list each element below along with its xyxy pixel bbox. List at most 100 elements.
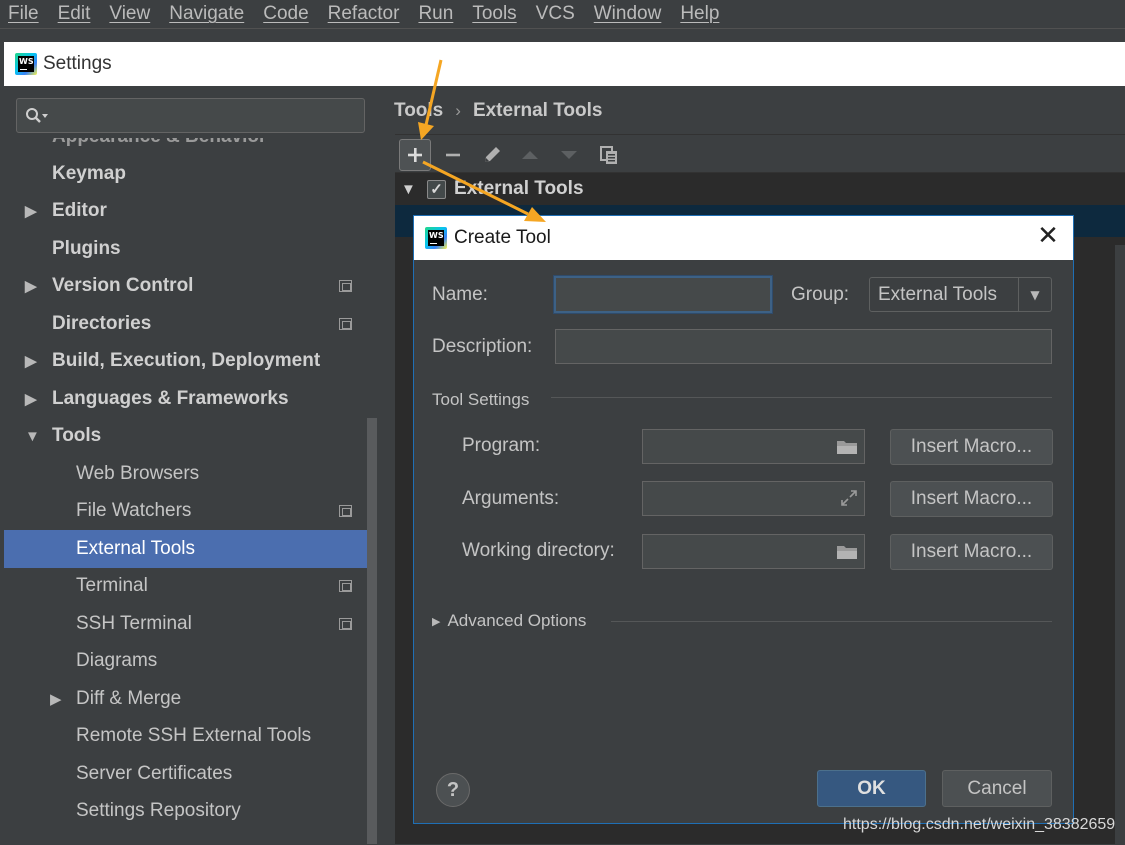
folder-icon[interactable]	[836, 543, 858, 561]
close-icon[interactable]: ✕	[1037, 223, 1059, 249]
tree-item-build[interactable]: ▶ Build, Execution, Deployment	[4, 343, 367, 381]
expand-arrow-icon[interactable]: ▶	[25, 277, 37, 295]
tree-item-keymap[interactable]: Keymap	[4, 155, 367, 193]
menu-window[interactable]: Window	[594, 3, 662, 25]
tree-item-terminal[interactable]: Terminal	[4, 568, 367, 606]
copy-tool-button[interactable]	[593, 139, 625, 171]
expand-arrow-icon[interactable]: ▶	[25, 352, 37, 370]
tool-settings-heading: Tool Settings	[432, 390, 530, 409]
tree-item-plugins[interactable]: Plugins	[4, 230, 367, 268]
tree-item-version-control[interactable]: ▶ Version Control	[4, 268, 367, 306]
content-scrollbar[interactable]	[1115, 245, 1125, 845]
editor-toolbar-strip	[0, 28, 1125, 42]
expand-arrow-icon[interactable]: ▶	[50, 690, 62, 708]
settings-search-input[interactable]	[16, 98, 365, 133]
group-combobox[interactable]: External Tools ▼	[869, 277, 1052, 312]
expand-icon[interactable]	[840, 489, 858, 507]
tree-item-label: Plugins	[52, 237, 121, 259]
section-divider	[611, 621, 1052, 622]
tree-item-editor[interactable]: ▶ Editor	[4, 193, 367, 231]
group-enabled-checkbox[interactable]: ✓	[427, 179, 446, 199]
help-button[interactable]: ?	[436, 773, 470, 807]
tree-item-settings-repository[interactable]: Settings Repository	[4, 793, 367, 831]
tree-item-label: Version Control	[52, 275, 194, 297]
menu-edit[interactable]: Edit	[58, 3, 91, 25]
tree-item-label: Diff & Merge	[76, 687, 182, 709]
expand-arrow-icon[interactable]: ▶	[25, 390, 37, 408]
tree-item-directories[interactable]: Directories	[4, 305, 367, 343]
tree-item-diff-merge[interactable]: ▶ Diff & Merge	[4, 680, 367, 718]
menu-navigate[interactable]: Navigate	[169, 3, 244, 25]
description-field[interactable]	[555, 329, 1052, 364]
collapse-arrow-icon[interactable]: ▼	[401, 181, 416, 198]
settings-title-bar: WS Settings	[4, 42, 1125, 86]
tree-item-label: Settings Repository	[76, 800, 241, 822]
tree-item-label: Build, Execution, Deployment	[52, 350, 321, 372]
menu-help[interactable]: Help	[680, 3, 719, 25]
working-directory-field[interactable]	[642, 534, 865, 569]
menu-run[interactable]: Run	[418, 3, 453, 25]
chevron-down-icon[interactable]: ▼	[1018, 278, 1051, 311]
dialog-title-bar: WS Create Tool ✕	[414, 216, 1073, 260]
tree-item-languages[interactable]: ▶ Languages & Frameworks	[4, 380, 367, 418]
advanced-options-toggle[interactable]: ▶ Advanced Options	[432, 611, 586, 631]
folder-icon[interactable]	[836, 438, 858, 456]
program-insert-macro-button[interactable]: Insert Macro...	[890, 429, 1053, 465]
watermark: https://blog.csdn.net/weixin_38382659	[843, 816, 1116, 833]
tree-item-label: File Watchers	[76, 500, 192, 522]
external-tools-group-row[interactable]: ▼ ✓ External Tools	[395, 174, 1125, 204]
menu-tools[interactable]: Tools	[472, 3, 516, 25]
program-field[interactable]	[642, 429, 865, 464]
settings-tree: Appearance & Behavior Keymap ▶ Editor Pl…	[4, 138, 367, 830]
breadcrumb-parent[interactable]: Tools	[394, 100, 443, 122]
remove-tool-button[interactable]	[437, 139, 469, 171]
edit-tool-button[interactable]	[476, 139, 508, 171]
tree-item-label: Keymap	[52, 162, 126, 184]
tree-item-label: Languages & Frameworks	[52, 387, 289, 409]
sidebar-scrollbar[interactable]	[367, 418, 377, 844]
tree-item-label: External Tools	[76, 537, 195, 559]
cancel-button[interactable]: Cancel	[942, 770, 1052, 807]
tree-item-diagrams[interactable]: Diagrams	[4, 643, 367, 681]
collapse-arrow-icon[interactable]: ▼	[25, 428, 40, 445]
settings-title: Settings	[43, 53, 112, 74]
section-divider	[551, 397, 1052, 398]
menu-code[interactable]: Code	[263, 3, 308, 25]
arguments-field[interactable]	[642, 481, 865, 516]
project-scope-icon	[339, 317, 352, 330]
tree-item-appearance[interactable]: Appearance & Behavior	[4, 138, 367, 155]
chevron-right-icon: ›	[455, 101, 461, 120]
tree-item-file-watchers[interactable]: File Watchers	[4, 493, 367, 531]
move-up-button[interactable]	[514, 139, 546, 171]
tree-item-label: Remote SSH External Tools	[76, 725, 312, 747]
tree-item-web-browsers[interactable]: Web Browsers	[4, 455, 367, 493]
description-label: Description:	[432, 336, 533, 357]
tree-item-label: Diagrams	[76, 650, 158, 672]
ok-button[interactable]: OK	[817, 770, 926, 807]
move-down-button[interactable]	[553, 139, 585, 171]
group-label: External Tools	[454, 178, 584, 199]
search-icon	[26, 107, 48, 123]
advanced-options-label: Advanced Options	[447, 611, 587, 630]
menu-vcs[interactable]: VCS	[536, 3, 575, 25]
menu-file[interactable]: File	[8, 3, 39, 25]
expand-arrow-icon[interactable]: ▶	[25, 202, 37, 220]
tree-item-ssh-terminal[interactable]: SSH Terminal	[4, 605, 367, 643]
arguments-insert-macro-button[interactable]: Insert Macro...	[890, 481, 1053, 517]
name-field[interactable]	[554, 276, 772, 313]
external-tools-toolbar	[395, 135, 1125, 173]
tree-item-remote-ssh[interactable]: Remote SSH External Tools	[4, 718, 367, 756]
tree-item-external-tools[interactable]: External Tools	[4, 530, 367, 568]
group-value: External Tools	[878, 283, 997, 305]
pencil-icon	[485, 147, 500, 162]
menu-refactor[interactable]: Refactor	[328, 3, 400, 25]
arrow-down-icon	[561, 151, 577, 159]
add-tool-button[interactable]	[399, 139, 431, 171]
tree-item-server-certificates[interactable]: Server Certificates	[4, 755, 367, 793]
group-label: Group:	[791, 284, 850, 305]
working-directory-insert-macro-button[interactable]: Insert Macro...	[890, 534, 1053, 570]
menu-view[interactable]: View	[109, 3, 150, 25]
tree-item-tools[interactable]: ▼ Tools	[4, 418, 367, 456]
dialog-title: Create Tool	[454, 227, 551, 248]
copy-icon	[600, 146, 617, 164]
